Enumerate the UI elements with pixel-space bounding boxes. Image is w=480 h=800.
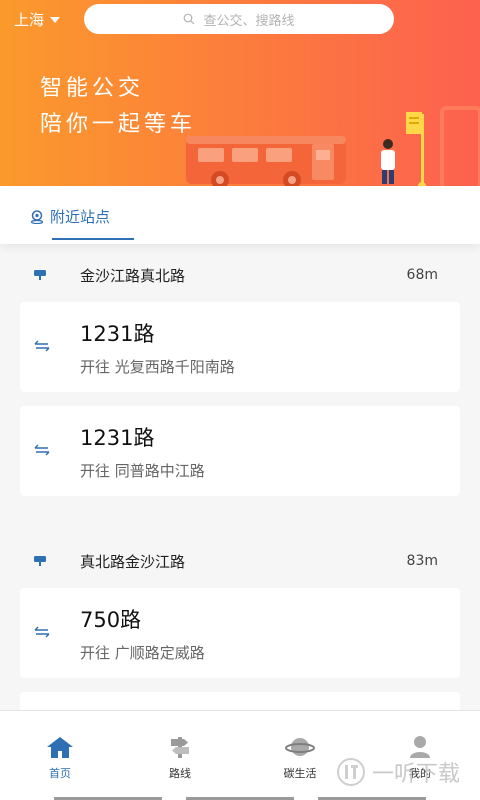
search-bar[interactable]: 查公交、搜路线 bbox=[84, 4, 394, 34]
bus-stop-illustration-icon bbox=[186, 106, 480, 186]
tab-label: 附近站点 bbox=[50, 208, 111, 226]
nav-label: 首页 bbox=[49, 767, 71, 780]
stop-header[interactable]: 金沙江路真北路 68m bbox=[0, 260, 480, 290]
nav-item-route[interactable]: 路线 bbox=[140, 735, 220, 781]
route-destination: 开往 同普路中江路 bbox=[80, 462, 205, 480]
tab-nearby-stops[interactable]: 附近站点 bbox=[30, 206, 110, 227]
planet-icon bbox=[285, 738, 315, 756]
route-destination: 开往 广顺路定威路 bbox=[80, 644, 205, 662]
home-icon bbox=[47, 737, 73, 758]
route-card[interactable]: 750路 开往 广顺路定威路 bbox=[20, 588, 460, 678]
stop-distance: 83m bbox=[406, 553, 438, 569]
stop-name: 真北路金沙江路 bbox=[80, 552, 186, 571]
stop-header[interactable]: 真北路金沙江路 83m bbox=[0, 546, 480, 576]
stop-distance: 68m bbox=[406, 267, 438, 283]
route-card[interactable]: 1231路 开往 同普路中江路 bbox=[20, 406, 460, 496]
bus-stop-sign-icon bbox=[34, 556, 46, 566]
search-placeholder: 查公交、搜路线 bbox=[203, 13, 295, 29]
location-pin-icon bbox=[30, 209, 44, 224]
bidirectional-arrows-icon bbox=[34, 444, 50, 456]
watermark: 一听下载 bbox=[336, 756, 460, 788]
bidirectional-arrows-icon bbox=[34, 340, 50, 352]
watermark-logo-icon bbox=[337, 758, 365, 786]
header-banner: 上海 查公交、搜路线 智能公交 陪你一起等车 bbox=[0, 0, 480, 186]
city-label: 上海 bbox=[14, 10, 45, 29]
route-sign-icon bbox=[171, 737, 189, 758]
nav-item-home[interactable]: 首页 bbox=[20, 735, 100, 781]
route-number: 1231路 bbox=[80, 322, 155, 346]
slogan-title: 智能公交 bbox=[40, 76, 145, 101]
city-selector[interactable]: 上海 bbox=[14, 8, 61, 30]
nav-label: 路线 bbox=[169, 767, 191, 780]
nav-label: 碳生活 bbox=[283, 767, 317, 780]
bidirectional-arrows-icon bbox=[34, 626, 50, 638]
route-number: 750路 bbox=[80, 608, 142, 632]
route-card[interactable]: 1231路 开往 光复西路千阳南路 bbox=[20, 302, 460, 392]
slogan-subtitle: 陪你一起等车 bbox=[40, 112, 197, 137]
bus-stop-sign-icon bbox=[34, 270, 46, 280]
tab-bar: 附近站点 bbox=[0, 186, 480, 244]
nav-item-carbon-life[interactable]: 碳生活 bbox=[260, 735, 340, 781]
tab-underline bbox=[52, 238, 134, 240]
chevron-down-icon bbox=[50, 16, 61, 23]
stop-name: 金沙江路真北路 bbox=[80, 266, 186, 285]
route-number: 1231路 bbox=[80, 426, 155, 450]
route-destination: 开往 光复西路千阳南路 bbox=[80, 358, 235, 376]
watermark-text: 一听下载 bbox=[372, 762, 461, 787]
search-icon bbox=[184, 13, 195, 25]
